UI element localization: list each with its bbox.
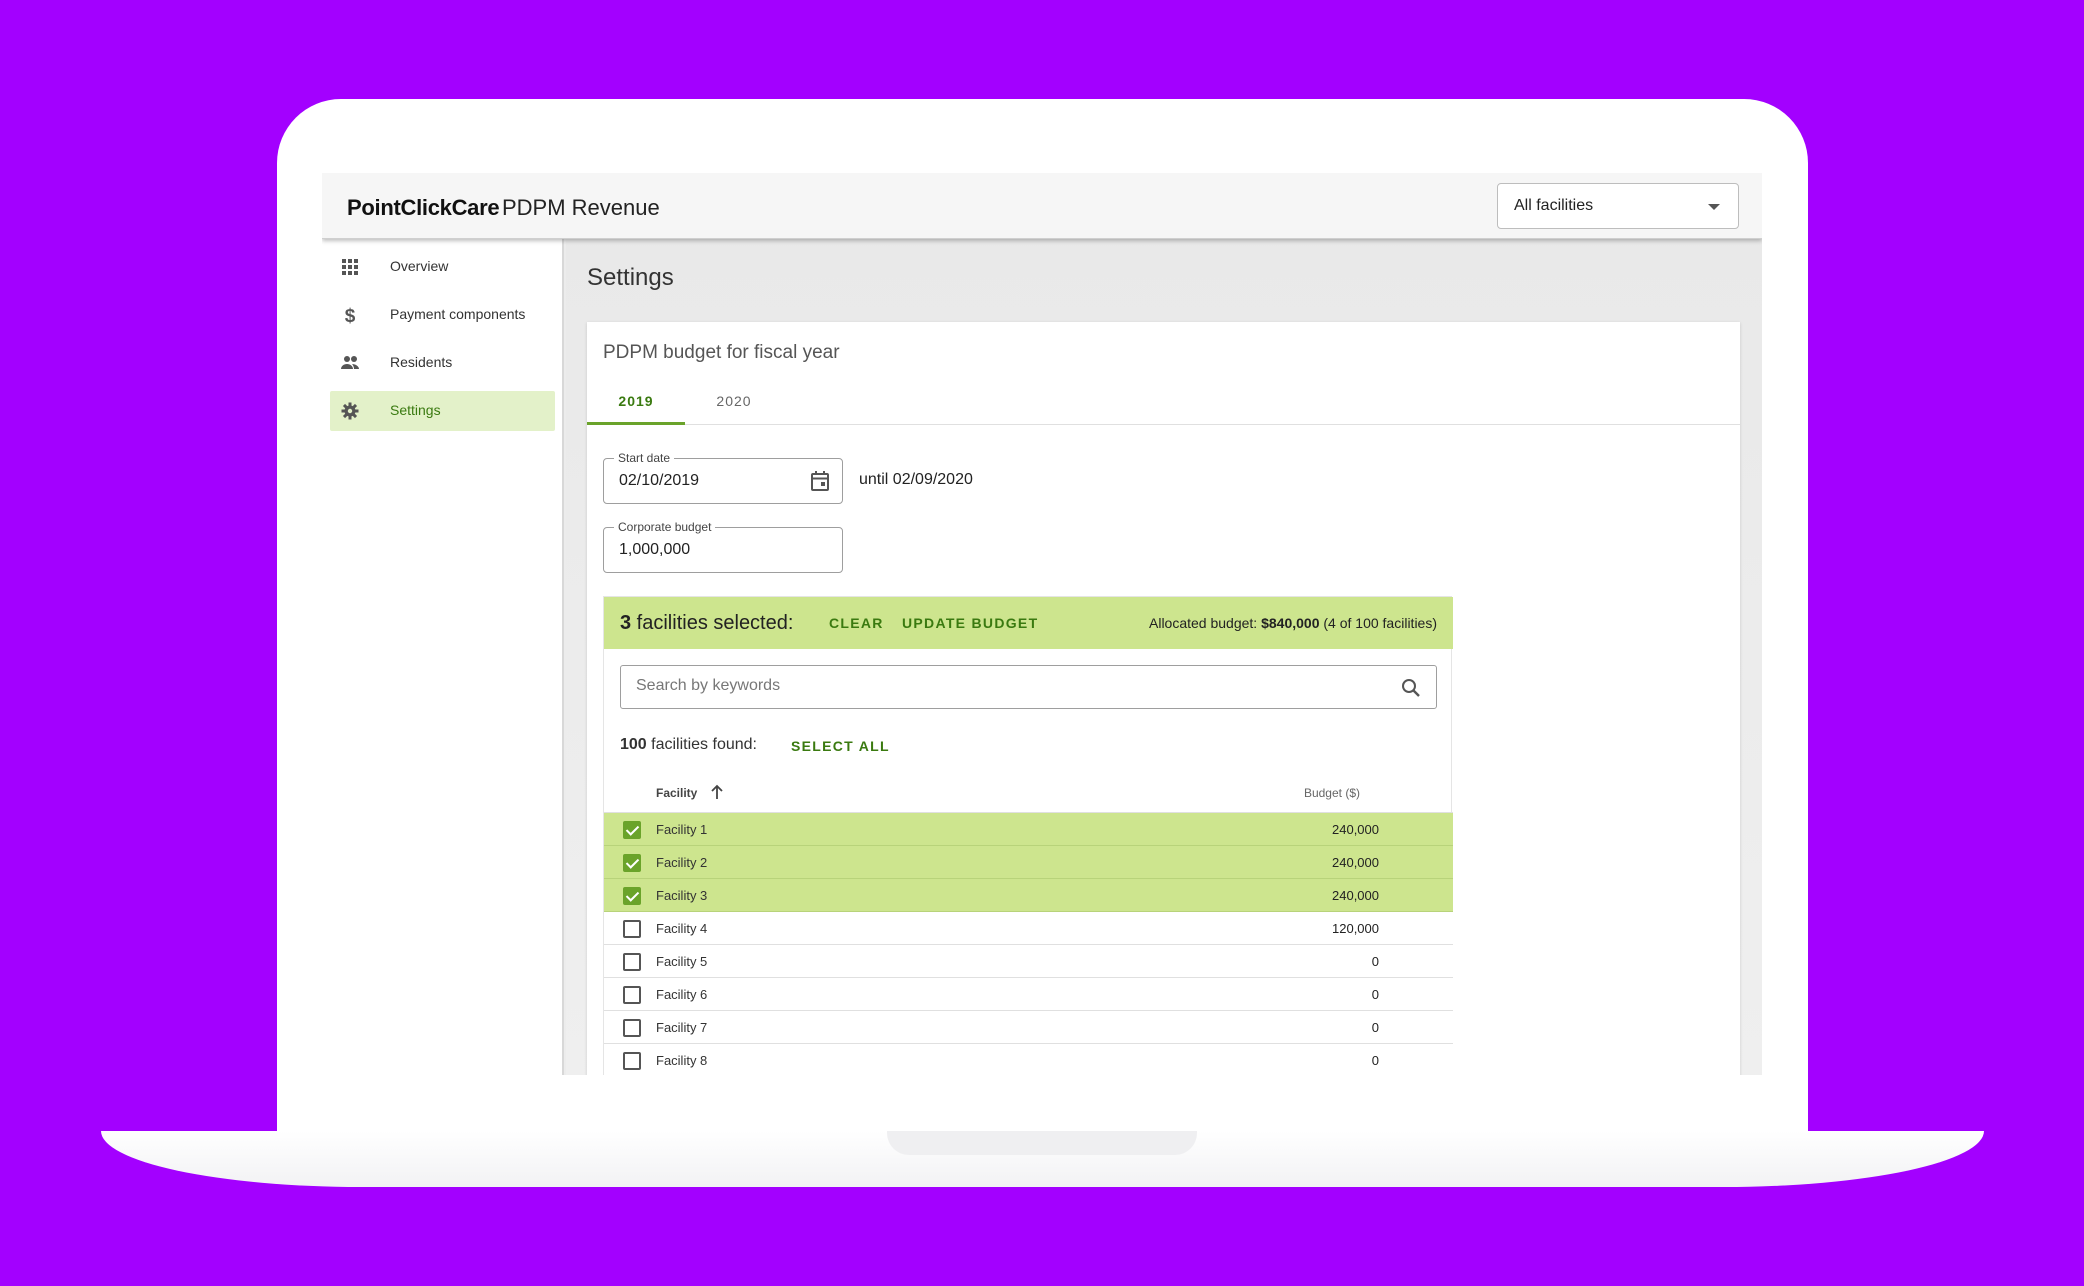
- product-name: PDPM Revenue: [502, 195, 660, 220]
- table-row[interactable]: Facility 7 0: [604, 1011, 1453, 1044]
- table-row[interactable]: Facility 6 0: [604, 978, 1453, 1011]
- gear-icon: [341, 402, 359, 420]
- row-checkbox[interactable]: [623, 953, 641, 971]
- facility-budget: 240,000: [1332, 822, 1379, 837]
- row-checkbox[interactable]: [623, 1019, 641, 1037]
- search-input[interactable]: [636, 677, 1376, 695]
- sidebar-item-payment-components[interactable]: $ Payment components: [330, 295, 555, 335]
- people-icon: [341, 356, 359, 369]
- corporate-budget-field[interactable]: Corporate budget 1,000,000: [603, 520, 843, 573]
- allocated-budget-text: Allocated budget: $840,000 (4 of 100 fac…: [1149, 615, 1437, 631]
- facility-budget: 240,000: [1332, 888, 1379, 903]
- table-row[interactable]: Facility 1 240,000: [604, 813, 1453, 846]
- facility-budget: 0: [1371, 954, 1379, 969]
- sidebar-item-label: Payment components: [390, 306, 526, 322]
- selection-bar: 3 facilities selected: CLEAR UPDATE BUDG…: [604, 597, 1453, 649]
- selection-count: 3 facilities selected:: [620, 612, 794, 634]
- card-title: PDPM budget for fiscal year: [603, 342, 840, 363]
- search-field[interactable]: [620, 665, 1437, 709]
- sidebar-item-settings[interactable]: Settings: [330, 391, 555, 431]
- svg-text:$: $: [345, 306, 356, 325]
- row-checkbox[interactable]: [623, 986, 641, 1004]
- facility-budget: 0: [1371, 1053, 1379, 1068]
- table-row[interactable]: Facility 3 240,000: [604, 879, 1453, 912]
- facility-filter-value: All facilities: [1514, 197, 1594, 214]
- start-date-label: Start date: [614, 451, 675, 465]
- select-all-button[interactable]: SELECT ALL: [791, 738, 890, 754]
- corporate-budget-value: 1,000,000: [619, 541, 691, 558]
- row-checkbox[interactable]: [623, 854, 641, 872]
- facility-name: Facility 6: [656, 987, 708, 1002]
- main-content: Settings PDPM budget for fiscal year 201…: [566, 239, 1762, 1075]
- table-row[interactable]: Facility 4 120,000: [604, 912, 1453, 945]
- column-header-facility[interactable]: Facility: [656, 786, 697, 800]
- start-date-field[interactable]: Start date 02/10/2019: [603, 451, 843, 504]
- facility-budget: 0: [1371, 987, 1379, 1002]
- row-checkbox[interactable]: [623, 920, 641, 938]
- facilities-found-text: 100 facilities found:: [620, 736, 757, 753]
- facilities-panel: 3 facilities selected: CLEAR UPDATE BUDG…: [603, 596, 1453, 1075]
- table-header: Facility Budget ($): [604, 773, 1453, 813]
- facility-budget: 240,000: [1332, 855, 1379, 870]
- sidebar-item-label: Residents: [390, 354, 453, 370]
- facility-name: Facility 1: [656, 822, 708, 837]
- fiscal-year-tabs: 2019 2020: [587, 377, 1740, 425]
- corporate-budget-label: Corporate budget: [614, 520, 716, 534]
- arrow-up-icon[interactable]: [709, 783, 725, 801]
- dollar-icon: $: [345, 306, 356, 325]
- facility-name: Facility 5: [656, 954, 708, 969]
- budget-card: PDPM budget for fiscal year 2019 2020 St…: [587, 322, 1740, 1075]
- top-app-bar: PointClickCare PDPM Revenue All faciliti…: [322, 173, 1762, 239]
- sidebar-item-label: Settings: [390, 402, 441, 418]
- clear-button[interactable]: CLEAR: [829, 615, 884, 631]
- sidebar-item-overview[interactable]: Overview: [330, 247, 555, 287]
- facility-budget: 120,000: [1332, 921, 1379, 936]
- facility-filter-select[interactable]: All facilities: [1497, 183, 1739, 229]
- facility-name: Facility 3: [656, 888, 708, 903]
- start-date-value: 02/10/2019: [619, 472, 700, 489]
- facility-name: Facility 8: [656, 1053, 708, 1068]
- facility-name: Facility 7: [656, 1020, 708, 1035]
- table-row[interactable]: Facility 5 0: [604, 945, 1453, 978]
- row-checkbox[interactable]: [623, 1052, 641, 1070]
- search-icon[interactable]: [1400, 677, 1422, 699]
- calendar-icon[interactable]: [810, 470, 830, 492]
- app-screen: PointClickCare PDPM Revenue All faciliti…: [322, 173, 1762, 1075]
- grid-icon: [342, 259, 358, 275]
- facility-name: Facility 4: [656, 921, 708, 936]
- laptop-notch: [887, 1131, 1197, 1155]
- tab-2019[interactable]: 2019: [587, 377, 685, 425]
- tab-2020[interactable]: 2020: [685, 377, 783, 425]
- dropdown-arrow-icon: [1708, 204, 1720, 210]
- column-header-budget[interactable]: Budget ($): [1304, 786, 1360, 800]
- sidebar: Overview $ Payment components Residents: [322, 239, 564, 1075]
- table-row[interactable]: Facility 8 0: [604, 1044, 1453, 1075]
- sidebar-item-label: Overview: [390, 258, 449, 274]
- end-date-text: until 02/09/2020: [859, 471, 973, 488]
- facility-name: Facility 2: [656, 855, 708, 870]
- brand-logo[interactable]: PointClickCare: [347, 195, 500, 221]
- row-checkbox[interactable]: [623, 821, 641, 839]
- row-checkbox[interactable]: [623, 887, 641, 905]
- facility-budget: 0: [1371, 1020, 1379, 1035]
- page-title: Settings: [587, 264, 674, 291]
- update-budget-button[interactable]: UPDATE BUDGET: [902, 615, 1038, 631]
- table-row[interactable]: Facility 2 240,000: [604, 846, 1453, 879]
- sidebar-item-residents[interactable]: Residents: [330, 343, 555, 383]
